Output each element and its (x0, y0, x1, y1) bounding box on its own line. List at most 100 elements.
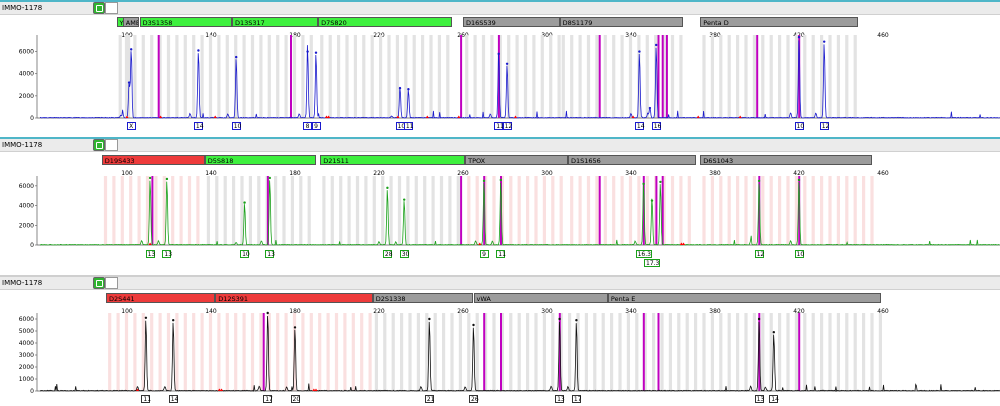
allele-bin[interactable] (637, 176, 641, 245)
allele-bin[interactable] (116, 313, 120, 391)
allele-call[interactable]: 14 (634, 122, 645, 130)
allele-bin[interactable] (284, 313, 288, 391)
allele-bin[interactable] (414, 176, 418, 245)
allele-bin[interactable] (618, 313, 622, 391)
allele-bin[interactable] (343, 313, 347, 391)
allele-bin[interactable] (828, 313, 832, 391)
allele-bin[interactable] (439, 176, 444, 245)
allele-call[interactable]: 14 (769, 395, 779, 403)
allele-bin[interactable] (120, 176, 124, 245)
allele-bin[interactable] (719, 176, 723, 245)
allele-bin[interactable] (282, 176, 286, 245)
allele-bin[interactable] (744, 313, 748, 391)
allele-bin[interactable] (509, 176, 513, 245)
allele-bin[interactable] (752, 313, 756, 391)
peak-apex[interactable] (306, 50, 309, 53)
allele-bin[interactable] (670, 176, 675, 245)
allele-bin[interactable] (679, 35, 683, 118)
allele-call[interactable]: 10 (231, 122, 241, 130)
allele-bin[interactable] (687, 176, 691, 245)
peak-apex[interactable] (655, 43, 658, 47)
allele-bin[interactable] (853, 176, 857, 245)
allele-bin[interactable] (374, 313, 378, 391)
allele-bin[interactable] (761, 35, 765, 118)
allele-bin[interactable] (620, 176, 624, 245)
allele-bin[interactable] (578, 176, 582, 245)
peak-apex[interactable] (757, 317, 761, 321)
allele-bin[interactable] (183, 35, 187, 118)
allele-bin[interactable] (584, 313, 588, 391)
allele-bin[interactable] (586, 35, 591, 118)
allele-bin[interactable] (416, 313, 420, 391)
allele-bin[interactable] (309, 35, 313, 118)
allele-bin[interactable] (292, 35, 297, 118)
allele-bin[interactable] (301, 313, 305, 391)
allele-call[interactable]: 20 (290, 395, 300, 403)
allele-bin[interactable] (248, 176, 252, 245)
allele-bin[interactable] (540, 35, 544, 118)
allele-bin[interactable] (158, 313, 162, 391)
allele-bin[interactable] (710, 313, 714, 391)
allele-bin[interactable] (612, 35, 616, 118)
allele-bin[interactable] (175, 313, 179, 391)
allele-bin[interactable] (761, 313, 765, 391)
allele-bin[interactable] (187, 176, 192, 245)
allele-bin[interactable] (862, 313, 866, 391)
allele-bin[interactable] (679, 176, 683, 245)
peak-apex[interactable] (575, 319, 578, 322)
allele-bin[interactable] (250, 35, 255, 118)
allele-bin[interactable] (744, 176, 748, 245)
allele-bin[interactable] (124, 35, 129, 118)
allele-bin[interactable] (561, 35, 565, 118)
allele-bin[interactable] (534, 313, 538, 391)
allele-bin[interactable] (811, 176, 815, 245)
allele-bin[interactable] (217, 35, 221, 118)
peak-apex[interactable] (638, 50, 641, 53)
allele-bin[interactable] (225, 35, 229, 118)
allele-bin[interactable] (389, 176, 393, 245)
allele-bin[interactable] (652, 313, 656, 391)
allele-bin[interactable] (334, 313, 339, 391)
allele-bin[interactable] (353, 35, 357, 118)
peak-apex[interactable] (659, 180, 662, 184)
allele-bin[interactable] (551, 176, 555, 245)
allele-bin[interactable] (433, 313, 437, 391)
allele-bin[interactable] (234, 313, 238, 391)
allele-bin[interactable] (635, 313, 639, 391)
allele-bin[interactable] (465, 35, 469, 118)
allele-bin[interactable] (727, 313, 731, 391)
allele-call[interactable]: 13 (162, 250, 172, 258)
allele-call[interactable]: 13 (145, 250, 155, 258)
allele-call[interactable]: 16 (651, 122, 661, 130)
allele-bin[interactable] (778, 35, 782, 118)
allele-bin[interactable] (320, 35, 324, 118)
allele-call[interactable]: 11 (496, 250, 506, 258)
allele-bin[interactable] (326, 313, 330, 391)
allele-bin[interactable] (586, 176, 591, 245)
peak-apex[interactable] (823, 40, 826, 43)
peak-apex[interactable] (642, 182, 645, 186)
allele-bin[interactable] (395, 35, 399, 118)
allele-bin[interactable] (355, 176, 360, 245)
allele-bin[interactable] (383, 313, 387, 391)
allele-bin[interactable] (719, 35, 723, 118)
allele-bin[interactable] (112, 176, 116, 245)
allele-bin[interactable] (339, 176, 343, 245)
allele-bin[interactable] (612, 176, 616, 245)
allele-bin[interactable] (347, 176, 351, 245)
allele-call[interactable]: 14 (168, 395, 178, 403)
allele-bin[interactable] (372, 176, 376, 245)
allele-bin[interactable] (108, 313, 112, 391)
allele-bin[interactable] (670, 35, 675, 118)
allele-bin[interactable] (192, 35, 196, 118)
allele-bin[interactable] (736, 313, 740, 391)
peak-apex[interactable] (505, 62, 509, 65)
allele-bin[interactable] (400, 313, 404, 391)
allele-bin[interactable] (370, 35, 374, 118)
allele-bin[interactable] (276, 35, 280, 118)
allele-bin[interactable] (603, 176, 607, 245)
peak-apex[interactable] (403, 198, 406, 201)
allele-call[interactable]: 14 (193, 122, 204, 130)
allele-bin[interactable] (736, 176, 740, 245)
allele-call[interactable]: 17 (263, 395, 273, 403)
